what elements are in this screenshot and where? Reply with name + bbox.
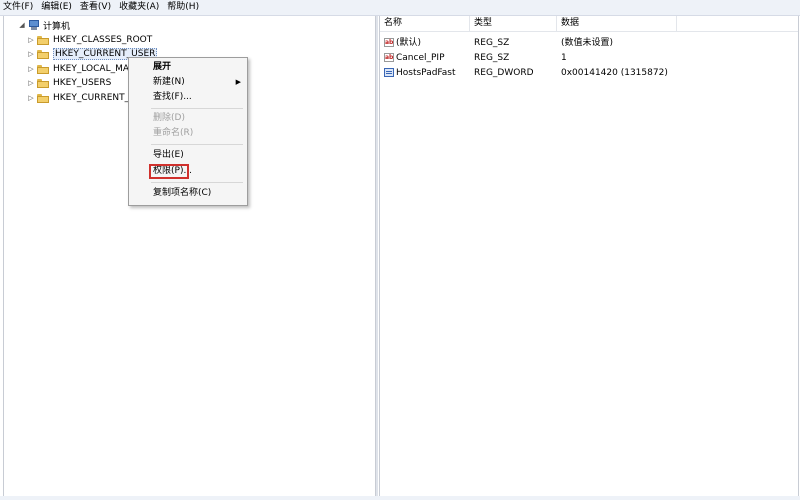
tree-item-label: HKEY_CLASSES_ROOT — [53, 35, 153, 45]
value-name-cell: ab Cancel_PIP — [384, 51, 445, 65]
menu-view[interactable]: 查看(V) — [76, 0, 115, 15]
tree-item-label: HKEY_CURRENT_C — [53, 93, 136, 103]
menu-item-label: 新建(N) — [153, 77, 185, 87]
tree-item-label: HKEY_LOCAL_MAC — [53, 64, 136, 74]
tree-item-hkey-current-config[interactable]: ▷ HKEY_CURRENT_C — [27, 91, 135, 105]
value-type: REG_SZ — [474, 38, 510, 48]
menu-item-export[interactable]: 导出(E) — [129, 148, 247, 163]
string-value-icon: ab — [384, 38, 394, 47]
column-type[interactable]: 类型 — [470, 16, 557, 31]
tree-root-computer[interactable]: ◢ 计算机 — [18, 18, 70, 32]
value-name: (默认) — [396, 38, 422, 48]
expand-icon[interactable]: ▷ — [27, 50, 35, 58]
column-header: 名称 类型 数据 — [380, 16, 798, 32]
menu-item-label: 复制项名称(C) — [153, 188, 212, 198]
highlight-box — [149, 164, 189, 179]
menu-favorites[interactable]: 收藏夹(A) — [115, 0, 163, 15]
expand-icon[interactable]: ▷ — [27, 79, 35, 87]
folder-icon — [37, 93, 49, 103]
pane-splitter[interactable] — [376, 16, 378, 496]
folder-icon — [37, 35, 49, 45]
values-pane[interactable]: 名称 类型 数据 ab (默认) REG_SZ (数值未设置) ab Cancel_… — [379, 16, 799, 497]
dword-value-icon — [384, 68, 394, 77]
menu-separator — [151, 144, 243, 145]
menu-item-label: 删除(D) — [153, 113, 185, 123]
value-data: (数值未设置) — [561, 38, 614, 48]
expand-icon[interactable]: ▷ — [27, 94, 35, 102]
value-type: REG_SZ — [474, 53, 510, 63]
menu-item-copy-key-name[interactable]: 复制项名称(C) — [129, 186, 247, 201]
folder-icon — [37, 49, 49, 59]
menu-item-delete[interactable]: 删除(D) — [129, 111, 247, 126]
value-data: 1 — [561, 53, 567, 63]
collapse-icon[interactable]: ◢ — [18, 21, 26, 29]
value-name: HostsPadFast — [396, 68, 456, 78]
string-value-icon: ab — [384, 53, 394, 62]
tree-item-label: HKEY_USERS — [53, 78, 112, 88]
value-name-cell: ab (默认) — [384, 36, 421, 50]
list-item[interactable]: ab (默认) REG_SZ (数值未设置) — [380, 36, 798, 50]
menu-item-rename[interactable]: 重命名(R) — [129, 126, 247, 141]
value-name-cell: HostsPadFast — [384, 66, 456, 80]
computer-icon — [28, 20, 40, 30]
menu-help[interactable]: 帮助(H) — [163, 0, 203, 15]
menu-item-find[interactable]: 查找(F)... — [129, 90, 247, 105]
menu-item-label: 重命名(R) — [153, 128, 194, 138]
menu-item-new[interactable]: 新建(N) ▶ — [129, 75, 247, 90]
menu-item-label: 展开 — [153, 62, 172, 72]
tree-root-label: 计算机 — [43, 21, 71, 32]
menu-item-expand[interactable]: 展开 — [129, 60, 247, 75]
menu-edit[interactable]: 编辑(E) — [37, 0, 76, 15]
tree-item-hkey-users[interactable]: ▷ HKEY_USERS — [27, 76, 111, 90]
tree-item-hkey-classes-root[interactable]: ▷ HKEY_CLASSES_ROOT — [27, 33, 152, 47]
folder-icon — [37, 78, 49, 88]
list-item[interactable]: ab Cancel_PIP REG_SZ 1 — [380, 51, 798, 65]
column-data[interactable]: 数据 — [557, 16, 677, 31]
menu-item-label: 导出(E) — [153, 150, 184, 160]
list-item[interactable]: HostsPadFast REG_DWORD 0x00141420 (13158… — [380, 66, 798, 80]
context-menu: 展开 新建(N) ▶ 查找(F)... 删除(D) 重命名(R) 导出(E) 权… — [128, 57, 248, 206]
submenu-arrow-icon: ▶ — [235, 78, 241, 86]
value-type: REG_DWORD — [474, 68, 534, 78]
menu-separator — [151, 182, 243, 183]
menu-bar: 文件(F) 编辑(E) 查看(V) 收藏夹(A) 帮助(H) — [0, 0, 800, 16]
expand-icon[interactable]: ▷ — [27, 36, 35, 44]
tree-item-hkey-local-machine[interactable]: ▷ HKEY_LOCAL_MAC — [27, 62, 135, 76]
column-name[interactable]: 名称 — [380, 16, 470, 31]
value-data: 0x00141420 (1315872) — [561, 68, 668, 78]
folder-icon — [37, 64, 49, 74]
value-name: Cancel_PIP — [396, 53, 445, 63]
expand-icon[interactable]: ▷ — [27, 65, 35, 73]
status-bar — [0, 496, 800, 500]
menu-separator — [151, 108, 243, 109]
menu-item-label: 查找(F)... — [153, 92, 192, 102]
menu-file[interactable]: 文件(F) — [0, 0, 37, 15]
